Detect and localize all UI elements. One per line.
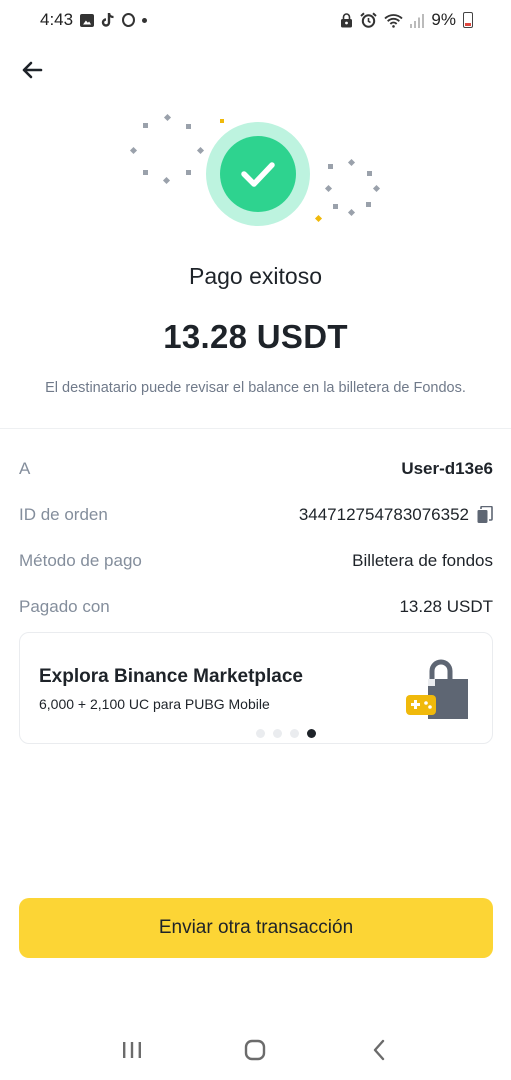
carousel-dot[interactable] — [290, 729, 299, 738]
tiktok-icon — [101, 13, 114, 27]
recent-apps-button[interactable] — [112, 1030, 152, 1070]
battery-percent: 9% — [431, 10, 456, 29]
copy-icon[interactable] — [477, 505, 493, 524]
recent-apps-icon — [122, 1042, 141, 1058]
home-icon — [245, 1039, 266, 1061]
carousel-dot[interactable] — [273, 729, 282, 738]
back-button[interactable] — [18, 56, 46, 84]
detail-row-recipient: A User-d13e6 — [19, 446, 493, 492]
arrow-left-icon — [22, 61, 43, 79]
result-title: Pago exitoso — [189, 263, 322, 289]
order-id-value: 344712754783076352 — [298, 505, 469, 524]
dot-icon — [142, 17, 148, 23]
image-icon — [80, 13, 95, 27]
check-circle-icon — [220, 136, 296, 212]
divider — [0, 428, 511, 429]
lock-icon — [341, 12, 353, 27]
detail-row-order-id: ID de orden 344712754783076352 — [19, 492, 493, 538]
carousel-dot[interactable] — [256, 729, 265, 738]
status-right: 9% — [340, 10, 473, 30]
home-button[interactable] — [235, 1030, 275, 1070]
back-icon — [373, 1039, 385, 1061]
status-time: 4:43 — [40, 10, 74, 29]
status-left: 4:43 — [40, 10, 148, 30]
carousel-dot-active[interactable] — [307, 729, 316, 738]
alarm-icon — [360, 12, 378, 28]
opera-icon — [122, 13, 136, 27]
wifi-icon — [384, 13, 404, 28]
shopping-bag-gamepad-icon — [406, 659, 468, 719]
signal-icon — [410, 13, 425, 28]
marketplace-promo-card[interactable]: Explora Binance Marketplace 6,000 + 2,10… — [19, 632, 493, 744]
success-illustration — [120, 108, 392, 232]
success-ring — [206, 122, 310, 226]
result-note: El destinatario puede revisar el balance… — [45, 380, 466, 396]
recipient-value: User-d13e6 — [401, 459, 493, 478]
detail-label: Pagado con — [19, 597, 110, 616]
detail-label: A — [19, 459, 31, 478]
system-back-button[interactable] — [359, 1030, 399, 1070]
promo-subtitle: 6,000 + 2,100 UC para PUBG Mobile — [39, 696, 270, 712]
detail-row-payment-method: Método de pago Billetera de fondos — [19, 538, 493, 584]
order-id-value-group: 344712754783076352 — [299, 505, 493, 525]
system-nav-bar — [0, 1020, 511, 1080]
detail-label: ID de orden — [19, 505, 108, 524]
send-another-transaction-button[interactable]: Enviar otra transacción — [19, 898, 493, 958]
status-bar: 4:43 9% — [0, 0, 511, 40]
payment-method-value: Billetera de fondos — [352, 551, 493, 570]
detail-label: Método de pago — [19, 551, 142, 570]
paid-with-value: 13.28 USDT — [399, 597, 493, 616]
payment-amount: 13.28 USDT — [163, 318, 348, 355]
battery-icon — [463, 12, 473, 28]
carousel-indicator — [20, 729, 492, 738]
detail-row-paid-with: Pagado con 13.28 USDT — [19, 584, 493, 630]
payment-details: A User-d13e6 ID de orden 344712754783076… — [19, 446, 493, 630]
promo-title: Explora Binance Marketplace — [39, 666, 303, 687]
